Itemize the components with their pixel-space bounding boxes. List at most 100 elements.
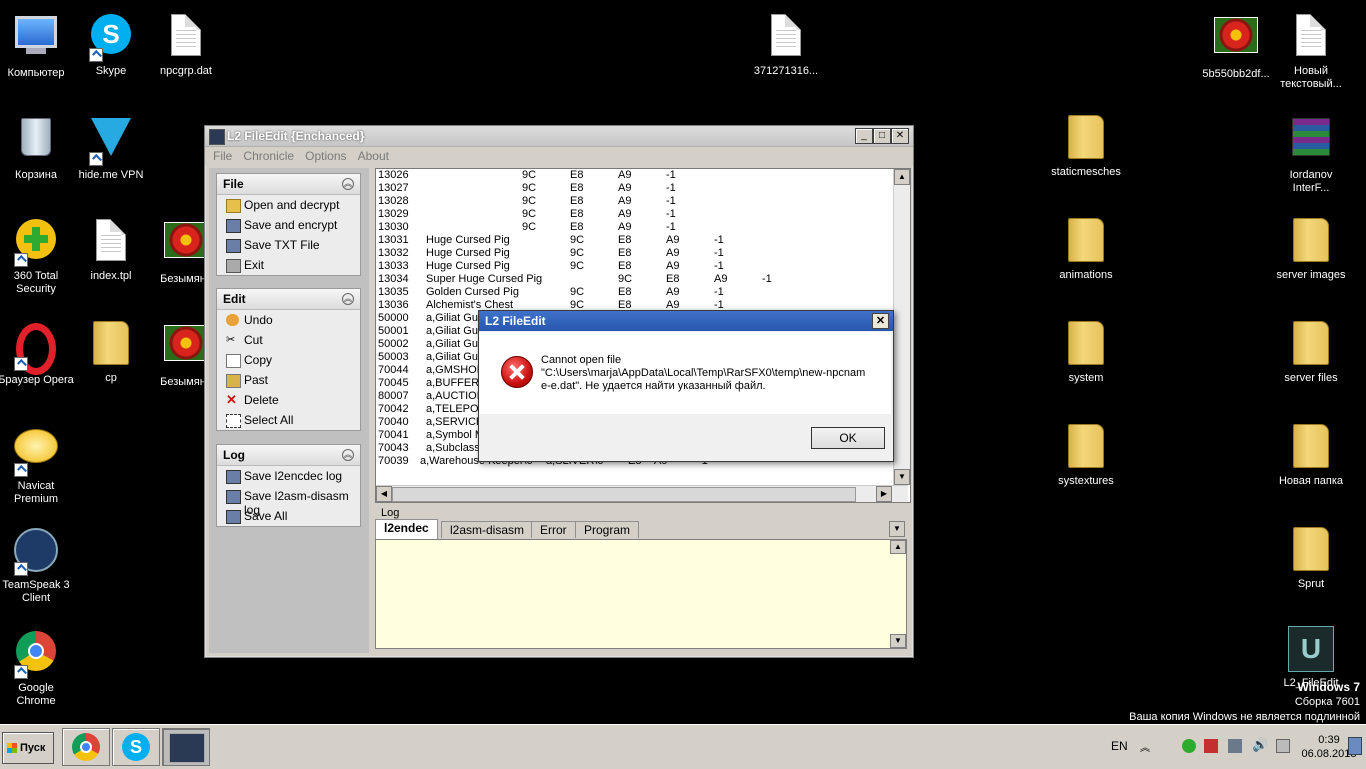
row-cell: A9 <box>618 195 632 207</box>
desktop-icon[interactable]: npcgrp.dat <box>148 10 224 78</box>
desktop-icon[interactable]: Браузер Opera <box>0 318 74 387</box>
row-cell: A9 <box>666 286 680 298</box>
row-cell: 70041 <box>378 429 409 441</box>
menu-options[interactable]: Options <box>305 149 346 163</box>
desktop-icon[interactable]: 360 Total Security <box>0 215 74 296</box>
desktop-icon[interactable]: Компьютер <box>0 10 74 80</box>
delete-item[interactable]: ✕ Delete <box>217 390 360 410</box>
desktop-icon[interactable]: Iordanov InterF... <box>1273 112 1349 195</box>
desktop-icon[interactable]: server files <box>1273 318 1349 385</box>
desktop-icon[interactable]: systextures <box>1048 421 1124 488</box>
scroll-thumb[interactable] <box>392 487 856 502</box>
scroll-down-icon[interactable]: ▼ <box>894 469 910 485</box>
row-cell: 50001 <box>378 325 409 337</box>
desktop-icon[interactable]: S Skype <box>73 10 149 78</box>
desktop-icon[interactable]: cp <box>73 318 149 385</box>
desktop-icon-label: cp <box>105 372 117 384</box>
menu-chronicle[interactable]: Chronicle <box>243 149 294 163</box>
edit-group-header[interactable]: Edit ︽ <box>217 289 360 310</box>
collapse-icon[interactable]: ︽ <box>342 293 354 305</box>
row-cell: 70043 <box>378 442 409 454</box>
log-group-header[interactable]: Log ︽ <box>217 445 360 466</box>
desktop-icon[interactable]: animations <box>1048 215 1124 282</box>
select-all-item[interactable]: Select All <box>217 410 360 430</box>
taskbar-skype[interactable]: S <box>112 728 160 766</box>
desktop-icon[interactable]: staticmesches <box>1048 112 1124 179</box>
taskbar-l2-fileedit[interactable] <box>162 728 210 766</box>
dialog-title-bar[interactable]: L2 FileEdit ✕ <box>479 311 893 331</box>
shortcut-arrow-icon <box>14 665 28 679</box>
item-label: Select All <box>244 413 294 427</box>
show-hidden-icons-icon[interactable]: ︽ <box>1140 739 1150 754</box>
desktop-icon[interactable]: Новый текстовый... <box>1273 10 1349 91</box>
desktop-icon[interactable]: Google Chrome <box>0 627 74 708</box>
save-and-encrypt-item[interactable]: Save and encrypt <box>217 215 360 235</box>
desktop-icon[interactable]: Новая папка <box>1273 421 1349 488</box>
desktop-icon[interactable]: 371271316... <box>748 10 824 78</box>
tab-program[interactable]: Program <box>575 521 640 538</box>
update-icon[interactable] <box>1182 739 1196 753</box>
scroll-right-icon[interactable]: ▶ <box>876 486 892 502</box>
row-cell: 13027 <box>378 182 409 194</box>
dialog-title: L2 FileEdit <box>485 314 546 328</box>
desktop-icon[interactable]: hide.me VPN <box>73 112 149 182</box>
desktop-icon[interactable]: server images <box>1273 215 1349 282</box>
desktop-icon[interactable]: 5b550bb2df... <box>1198 10 1274 81</box>
taskbar-chrome[interactable] <box>62 728 110 766</box>
scroll-left-icon[interactable]: ◀ <box>376 486 392 502</box>
desktop-icon[interactable]: index.tpl <box>73 215 149 283</box>
start-button[interactable]: Пуск <box>2 732 54 764</box>
antivirus-icon[interactable] <box>1204 739 1218 753</box>
exit-item[interactable]: Exit <box>217 255 360 275</box>
minimize-button[interactable]: _ <box>855 128 873 144</box>
scroll-up-icon[interactable]: ▲ <box>894 169 910 185</box>
paste-item[interactable]: Past <box>217 370 360 390</box>
desktop-icon[interactable]: TeamSpeak 3 Client <box>0 524 74 605</box>
desktop-icon[interactable]: Корзина <box>0 112 74 182</box>
save-l2asm-disasm-log-item[interactable]: Save l2asm-disasm log <box>217 486 360 517</box>
row-cell: E8 <box>570 182 584 194</box>
scroll-up-icon[interactable]: ▲ <box>890 540 906 554</box>
scissors-icon: ✂ <box>226 334 236 346</box>
menu-file[interactable]: File <box>213 149 232 163</box>
error-message-line: "C:\Users\marja\AppData\Local\Temp\RarSF… <box>541 367 866 379</box>
save-txt-file-item[interactable]: Save TXT File <box>217 235 360 255</box>
desktop-icon[interactable]: system <box>1048 318 1124 385</box>
ok-button[interactable]: OK <box>811 427 885 449</box>
save-all-item[interactable]: Save All <box>217 506 360 526</box>
language-indicator[interactable]: EN <box>1111 739 1128 753</box>
collapse-icon[interactable]: ︽ <box>342 178 354 190</box>
item-label: Cut <box>244 333 263 347</box>
tabs-dropdown-icon[interactable]: ▼ <box>889 521 905 537</box>
show-desktop-icon[interactable] <box>1348 737 1362 755</box>
file-group-header[interactable]: File ︽ <box>217 174 360 195</box>
maximize-button[interactable]: □ <box>873 128 891 144</box>
vertical-scrollbar[interactable]: ▲ ▼ <box>893 169 910 485</box>
save-l2encdec-log-item[interactable]: Save l2encdec log <box>217 466 360 486</box>
row-cell: 70045 <box>378 377 409 389</box>
row-cell: E8 <box>618 260 632 272</box>
volume-icon[interactable]: 🔊 <box>1252 737 1268 753</box>
menu-about[interactable]: About <box>358 149 389 163</box>
tab-error[interactable]: Error <box>531 521 576 538</box>
copy-item[interactable]: Copy <box>217 350 360 370</box>
horizontal-scrollbar[interactable]: ◀ ▶ <box>376 485 908 502</box>
log-output[interactable]: ▲ ▼ <box>375 539 907 649</box>
scroll-down-icon[interactable]: ▼ <box>890 634 906 648</box>
title-bar[interactable]: L2 FileEdit {Enchanced} _ □ ✕ <box>205 126 913 147</box>
dialog-close-button[interactable]: ✕ <box>872 313 889 329</box>
collapse-icon[interactable]: ︽ <box>342 449 354 461</box>
desktop-icon-label: Корзина <box>15 169 57 181</box>
close-button[interactable]: ✕ <box>891 128 909 144</box>
network-icon[interactable] <box>1228 739 1242 753</box>
watermark-build: Сборка 7601 <box>1294 696 1360 708</box>
open-and-decrypt-item[interactable]: Open and decrypt <box>217 195 360 215</box>
flag-icon[interactable] <box>1276 739 1290 753</box>
tab-l2asm-disasm[interactable]: l2asm-disasm <box>441 521 534 538</box>
tab-l2endec[interactable]: l2endec <box>375 519 438 539</box>
desktop-icon[interactable]: Navicat Premium <box>0 421 74 506</box>
cut-item[interactable]: ✂ Cut <box>217 330 360 350</box>
undo-item[interactable]: Undo <box>217 310 360 330</box>
desktop-icon[interactable]: Sprut <box>1273 524 1349 591</box>
row-cell: Super Huge Cursed Pig <box>426 273 543 285</box>
